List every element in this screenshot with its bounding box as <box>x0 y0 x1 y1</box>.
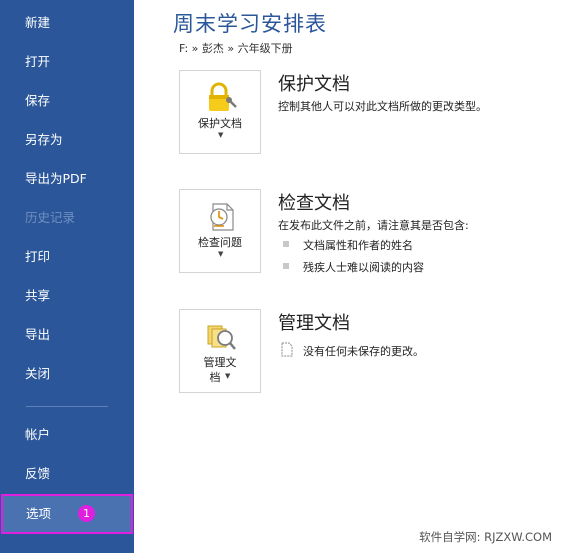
protect-document-description: 控制其他人可以对此文档所做的更改类型。 <box>278 100 487 113</box>
protect-document-button[interactable]: 保护文档 ▼ <box>179 70 261 154</box>
sidebar-item-save[interactable]: 保存 <box>0 82 134 120</box>
sidebar-item-options[interactable]: 选项 1 <box>1 494 133 534</box>
sidebar-item-feedback[interactable]: 反馈 <box>0 455 134 493</box>
inspect-document-heading: 检查文档 <box>278 193 350 214</box>
sidebar-item-export-pdf[interactable]: 导出为PDF <box>0 160 134 198</box>
manage-document-note: 没有任何未保存的更改。 <box>303 345 424 358</box>
sidebar-item-history: 历史记录 <box>25 210 76 225</box>
step-badge: 1 <box>78 505 95 522</box>
backstage-sidebar: 新建 打开 保存 另存为 导出为PDF 历史记录 打印 共享 导出 关闭 帐户 … <box>0 0 134 553</box>
document-icon <box>281 342 293 357</box>
sidebar-item-export[interactable]: 导出 <box>0 316 134 354</box>
chevron-down-icon: ▼ <box>225 372 231 380</box>
chevron-down-icon: ▼ <box>218 131 224 139</box>
sidebar-item-share[interactable]: 共享 <box>0 277 134 315</box>
lock-key-icon <box>209 82 237 111</box>
inspect-document-icon <box>210 203 234 231</box>
manage-document-icon <box>207 325 236 350</box>
chevron-down-icon: ▼ <box>218 250 224 258</box>
manage-document-button[interactable]: 管理文 档 ▼ <box>179 309 261 393</box>
inspect-document-description: 在发布此文件之前，请注意其是否包含: <box>278 219 469 232</box>
sidebar-item-label: 选项 <box>26 506 52 521</box>
inspect-item: 文档属性和作者的姓名 <box>303 239 413 252</box>
check-issues-label: 检查问题 <box>198 236 242 249</box>
protect-document-heading: 保护文档 <box>278 74 350 95</box>
protect-document-label: 保护文档 <box>198 117 242 130</box>
sidebar-item-print[interactable]: 打印 <box>0 238 134 276</box>
inspect-item: 残疾人士难以阅读的内容 <box>303 261 424 274</box>
check-issues-button[interactable]: 检查问题 ▼ <box>179 189 261 273</box>
manage-document-label-2: 档 <box>209 371 221 384</box>
bullet-square <box>283 241 289 247</box>
sidebar-item-account[interactable]: 帐户 <box>0 416 134 454</box>
breadcrumb: F: » 彭杰 » 六年级下册 <box>179 42 293 55</box>
sidebar-item-open[interactable]: 打开 <box>0 43 134 81</box>
sidebar-item-save-as[interactable]: 另存为 <box>0 121 134 159</box>
sidebar-item-new[interactable]: 新建 <box>0 4 134 42</box>
bullet-square <box>283 263 289 269</box>
document-title: 周末学习安排表 <box>173 12 327 36</box>
manage-document-heading: 管理文档 <box>278 313 350 334</box>
site-watermark: 软件自学网: RJZXW.COM <box>419 530 552 544</box>
sidebar-divider <box>26 406 108 407</box>
manage-document-label-1: 管理文 <box>203 356 237 369</box>
sidebar-item-close[interactable]: 关闭 <box>0 355 134 393</box>
